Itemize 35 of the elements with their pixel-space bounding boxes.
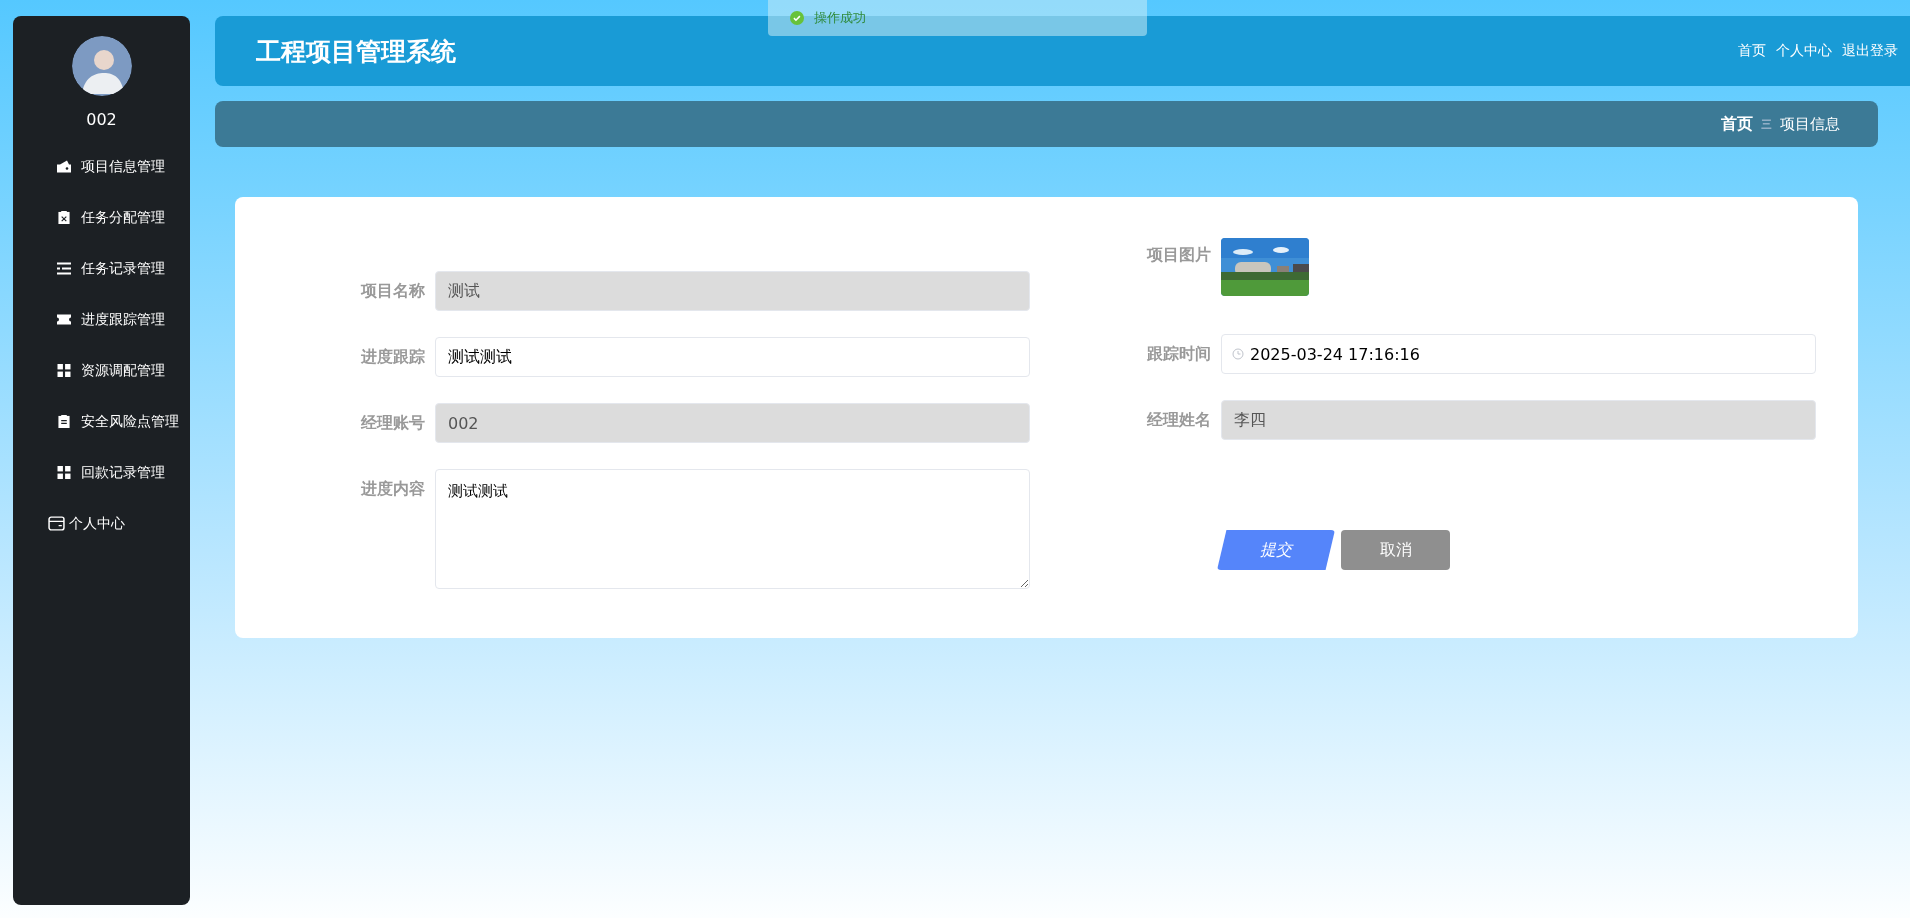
clock-icon [1232, 348, 1244, 360]
breadcrumb-link[interactable]: 首页 [1721, 113, 1753, 135]
menu-item[interactable]: 任务记录管理 [57, 243, 165, 294]
menu-item[interactable]: 回款记录管理 [57, 447, 165, 498]
input-field[interactable]: 测试测试 [435, 337, 1030, 377]
field-label: 进度内容 [360, 478, 426, 500]
field-label: 项目名称 [359, 280, 426, 302]
card-icon [48, 516, 65, 531]
menu-item[interactable]: 任务分配管理 [57, 192, 165, 243]
breadcrumb-separator: 三 [1761, 116, 1772, 132]
check-circle-icon [790, 11, 804, 25]
field-label: 经理账号 [360, 412, 426, 434]
app-title: 工程项目管理系统 [256, 35, 456, 68]
menu-item[interactable]: 进度跟踪管理 [57, 294, 165, 345]
grid-icon [57, 364, 71, 377]
grid-icon [57, 466, 71, 479]
menu-item[interactable]: 项目信息管理 [57, 141, 165, 192]
ticket-icon [57, 313, 71, 326]
field-label: 进度跟踪 [360, 346, 426, 368]
field-label: 经理姓名 [1146, 409, 1212, 431]
menu-item[interactable]: 安全风险点管理 [57, 396, 179, 447]
clipboard-icon [57, 415, 71, 428]
profile-link[interactable]: 个人中心 [48, 498, 125, 549]
avatar [71, 36, 132, 96]
list-icon [57, 262, 71, 275]
menu-item[interactable]: 资源调配管理 [57, 345, 165, 396]
clipboard-icon [57, 211, 71, 224]
date-field[interactable]: 2025-03-24 17:16:16 [1221, 334, 1816, 374]
field-label: 项目图片 [1145, 244, 1212, 266]
breadcrumb-current: 项目信息 [1780, 114, 1840, 134]
username: 002 [86, 110, 117, 129]
field-label: 跟踪时间 [1146, 343, 1212, 365]
textarea-field[interactable]: 测试测试 [435, 469, 1030, 589]
wallet-icon [57, 160, 71, 173]
toast-text: 操作成功 [814, 9, 866, 27]
